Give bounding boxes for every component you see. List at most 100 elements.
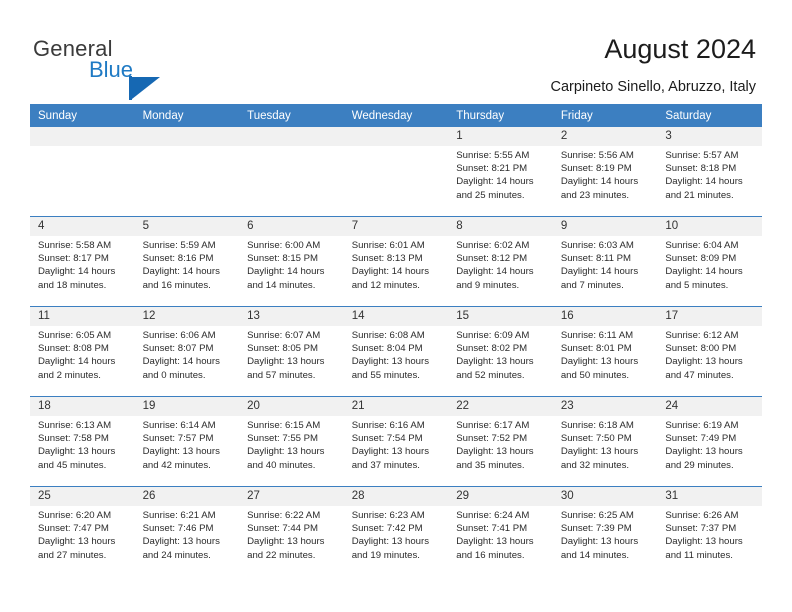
- day-number: [134, 127, 240, 146]
- calendar-day-cell[interactable]: 6 Sunrise: 6:00 AM Sunset: 8:15 PM Daylight…: [239, 216, 344, 307]
- calendar-day-cell[interactable]: 27 Sunrise: 6:22 AM Sunset: 7:44 PM Dayligh…: [239, 486, 344, 576]
- calendar-day-cell[interactable]: 12 Sunrise: 6:06 AM Sunset: 8:07 PM Dayligh…: [134, 306, 240, 397]
- day-cell-content: 11 Sunrise: 6:05 AM Sunset: 8:08 PM Dayligh…: [30, 307, 135, 396]
- day-detail-line: Sunrise: 6:06 AM: [142, 330, 216, 341]
- day-detail-line: Sunset: 7:44 PM: [247, 523, 319, 535]
- day-detail-line: Sunrise: 6:25 AM: [560, 510, 634, 521]
- day-number: 9: [552, 217, 658, 236]
- day-details: Sunrise: 6:26 AM Sunset: 7:37 PM Daylight:…: [657, 506, 762, 562]
- day-number: 27: [239, 487, 344, 506]
- day-cell-content: 27 Sunrise: 6:22 AM Sunset: 7:44 PM Dayligh…: [239, 487, 344, 576]
- day-number: 5: [134, 217, 240, 236]
- day-detail-line: Sunset: 7:49 PM: [665, 433, 737, 445]
- calendar-day-cell[interactable]: 5 Sunrise: 5:59 AM Sunset: 8:16 PM Daylight…: [134, 216, 240, 307]
- day-detail-line: and 37 minutes.: [351, 459, 420, 471]
- calendar-day-cell[interactable]: 1 Sunrise: 5:55 AM Sunset: 8:21 PM Daylight…: [448, 127, 553, 217]
- day-detail-line: Daylight: 13 hours: [351, 356, 430, 368]
- calendar-day-cell[interactable]: 22 Sunrise: 6:17 AM Sunset: 7:52 PM Dayligh…: [448, 396, 553, 487]
- day-cell-content: 21 Sunrise: 6:16 AM Sunset: 7:54 PM Dayligh…: [343, 397, 449, 486]
- calendar-day-cell[interactable]: 23 Sunrise: 6:18 AM Sunset: 7:50 PM Dayligh…: [552, 396, 658, 487]
- calendar-day-cell[interactable]: 19 Sunrise: 6:14 AM Sunset: 7:57 PM Dayligh…: [134, 396, 240, 487]
- day-detail-line: Sunset: 8:09 PM: [665, 253, 737, 265]
- calendar-day-cell[interactable]: 17 Sunrise: 6:12 AM Sunset: 8:00 PM Dayligh…: [657, 306, 762, 397]
- day-detail-line: Sunset: 8:08 PM: [38, 343, 109, 355]
- day-detail-line: Sunrise: 6:12 AM: [665, 330, 739, 341]
- calendar-day-cell[interactable]: 21 Sunrise: 6:16 AM Sunset: 7:54 PM Dayligh…: [343, 396, 449, 487]
- day-details: Sunrise: 6:08 AM Sunset: 8:04 PM Daylight:…: [344, 326, 449, 382]
- day-details: Sunrise: 6:04 AM Sunset: 8:09 PM Daylight:…: [657, 236, 762, 292]
- calendar-day-cell[interactable]: 2 Sunrise: 5:56 AM Sunset: 8:19 PM Daylight…: [552, 127, 658, 217]
- calendar-day-cell[interactable]: 3 Sunrise: 5:57 AM Sunset: 8:18 PM Daylight…: [657, 127, 762, 217]
- location-subtitle: Carpineto Sinello, Abruzzo, Italy: [550, 79, 756, 95]
- day-detail-line: Daylight: 13 hours: [351, 536, 430, 548]
- calendar-day-cell[interactable]: 7 Sunrise: 6:01 AM Sunset: 8:13 PM Daylight…: [343, 216, 449, 307]
- calendar-day-cell[interactable]: 15 Sunrise: 6:09 AM Sunset: 8:02 PM Dayligh…: [448, 306, 553, 397]
- day-detail-line: and 55 minutes.: [351, 369, 420, 381]
- day-detail-line: Sunset: 7:57 PM: [142, 433, 214, 445]
- day-detail-line: Daylight: 13 hours: [456, 356, 534, 368]
- day-detail-line: Sunrise: 6:15 AM: [247, 420, 321, 431]
- calendar-day-cell[interactable]: 24 Sunrise: 6:19 AM Sunset: 7:49 PM Dayligh…: [657, 396, 762, 487]
- day-detail-line: Daylight: 13 hours: [560, 536, 639, 548]
- day-cell-content: 17 Sunrise: 6:12 AM Sunset: 8:00 PM Dayligh…: [657, 307, 762, 396]
- day-cell-content: [343, 127, 449, 216]
- day-detail-line: Daylight: 13 hours: [247, 356, 325, 368]
- day-detail-line: Daylight: 14 hours: [560, 176, 639, 188]
- calendar-day-cell[interactable]: 25 Sunrise: 6:20 AM Sunset: 7:47 PM Dayligh…: [30, 486, 135, 576]
- calendar-day-cell[interactable]: 26 Sunrise: 6:21 AM Sunset: 7:46 PM Dayligh…: [134, 486, 240, 576]
- weekday-header-thursday: Thursday: [448, 104, 553, 127]
- calendar-day-cell[interactable]: 9 Sunrise: 6:03 AM Sunset: 8:11 PM Daylight…: [552, 216, 658, 307]
- day-number: 7: [343, 217, 449, 236]
- day-number: 15: [448, 307, 553, 326]
- day-detail-line: Daylight: 14 hours: [560, 266, 639, 278]
- calendar-page: General Blue August 2024 Carpineto Sinel…: [0, 0, 792, 612]
- calendar-day-cell[interactable]: 10 Sunrise: 6:04 AM Sunset: 8:09 PM Dayligh…: [657, 216, 762, 307]
- day-detail-line: Daylight: 14 hours: [456, 176, 534, 188]
- calendar-day-cell[interactable]: 30 Sunrise: 6:25 AM Sunset: 7:39 PM Dayligh…: [552, 486, 658, 576]
- day-cell-content: 31 Sunrise: 6:26 AM Sunset: 7:37 PM Dayligh…: [657, 487, 762, 576]
- calendar-day-cell[interactable]: 20 Sunrise: 6:15 AM Sunset: 7:55 PM Dayligh…: [239, 396, 344, 487]
- day-detail-line: Sunrise: 6:14 AM: [142, 420, 216, 431]
- day-details: Sunrise: 6:20 AM Sunset: 7:47 PM Daylight:…: [30, 506, 135, 562]
- day-detail-line: and 19 minutes.: [351, 549, 420, 561]
- calendar-day-cell[interactable]: 29 Sunrise: 6:24 AM Sunset: 7:41 PM Dayligh…: [448, 486, 553, 576]
- day-detail-line: and 21 minutes.: [665, 189, 734, 201]
- day-detail-line: Sunrise: 6:21 AM: [142, 510, 216, 521]
- day-detail-line: Sunset: 7:46 PM: [142, 523, 214, 535]
- day-detail-line: Daylight: 13 hours: [142, 446, 220, 458]
- weekday-header-row: Sunday Monday Tuesday Wednesday Thursday Frid…: [30, 104, 762, 127]
- day-detail-line: and 47 minutes.: [665, 369, 734, 381]
- calendar-table: Sunday Monday Tuesday Wednesday Thursday Frid…: [30, 104, 762, 576]
- general-blue-logo[interactable]: General Blue: [33, 36, 213, 100]
- day-detail-line: and 16 minutes.: [456, 549, 525, 561]
- day-detail-line: Daylight: 13 hours: [247, 446, 325, 458]
- day-detail-line: Sunrise: 6:22 AM: [247, 510, 321, 521]
- day-detail-line: and 40 minutes.: [247, 459, 316, 471]
- day-detail-line: Daylight: 13 hours: [665, 536, 743, 548]
- calendar-week-row: 4 Sunrise: 5:58 AM Sunset: 8:17 PM Daylight…: [30, 216, 762, 307]
- day-number: 26: [134, 487, 240, 506]
- calendar-day-cell[interactable]: 4 Sunrise: 5:58 AM Sunset: 8:17 PM Daylight…: [30, 216, 135, 307]
- calendar-day-cell[interactable]: 14 Sunrise: 6:08 AM Sunset: 8:04 PM Dayligh…: [343, 306, 449, 397]
- day-detail-line: Daylight: 14 hours: [38, 356, 116, 368]
- day-detail-line: Sunset: 7:47 PM: [38, 523, 109, 535]
- calendar-day-cell[interactable]: 13 Sunrise: 6:07 AM Sunset: 8:05 PM Dayligh…: [239, 306, 344, 397]
- day-detail-line: Daylight: 14 hours: [142, 356, 220, 368]
- day-cell-content: 24 Sunrise: 6:19 AM Sunset: 7:49 PM Dayligh…: [657, 397, 762, 486]
- calendar-day-cell[interactable]: 16 Sunrise: 6:11 AM Sunset: 8:01 PM Dayligh…: [552, 306, 658, 397]
- day-detail-line: Sunrise: 6:03 AM: [560, 240, 634, 251]
- day-detail-line: Daylight: 13 hours: [456, 446, 534, 458]
- day-detail-line: and 25 minutes.: [456, 189, 525, 201]
- day-details: Sunrise: 6:18 AM Sunset: 7:50 PM Daylight:…: [553, 416, 658, 472]
- day-detail-line: and 35 minutes.: [456, 459, 525, 471]
- calendar-day-cell[interactable]: 31 Sunrise: 6:26 AM Sunset: 7:37 PM Dayligh…: [657, 486, 762, 576]
- day-detail-line: and 50 minutes.: [560, 369, 630, 381]
- day-number: 23: [552, 397, 658, 416]
- day-detail-line: Daylight: 14 hours: [142, 266, 220, 278]
- calendar-day-cell[interactable]: 18 Sunrise: 6:13 AM Sunset: 7:58 PM Dayligh…: [30, 396, 135, 487]
- calendar-day-cell[interactable]: 28 Sunrise: 6:23 AM Sunset: 7:42 PM Dayligh…: [343, 486, 449, 576]
- calendar-body: 1 Sunrise: 5:55 AM Sunset: 8:21 PM Daylight…: [30, 127, 762, 576]
- day-detail-line: Sunset: 7:39 PM: [560, 523, 632, 535]
- calendar-day-cell[interactable]: 11 Sunrise: 6:05 AM Sunset: 8:08 PM Dayligh…: [30, 306, 135, 397]
- calendar-day-cell[interactable]: 8 Sunrise: 6:02 AM Sunset: 8:12 PM Daylight…: [448, 216, 553, 307]
